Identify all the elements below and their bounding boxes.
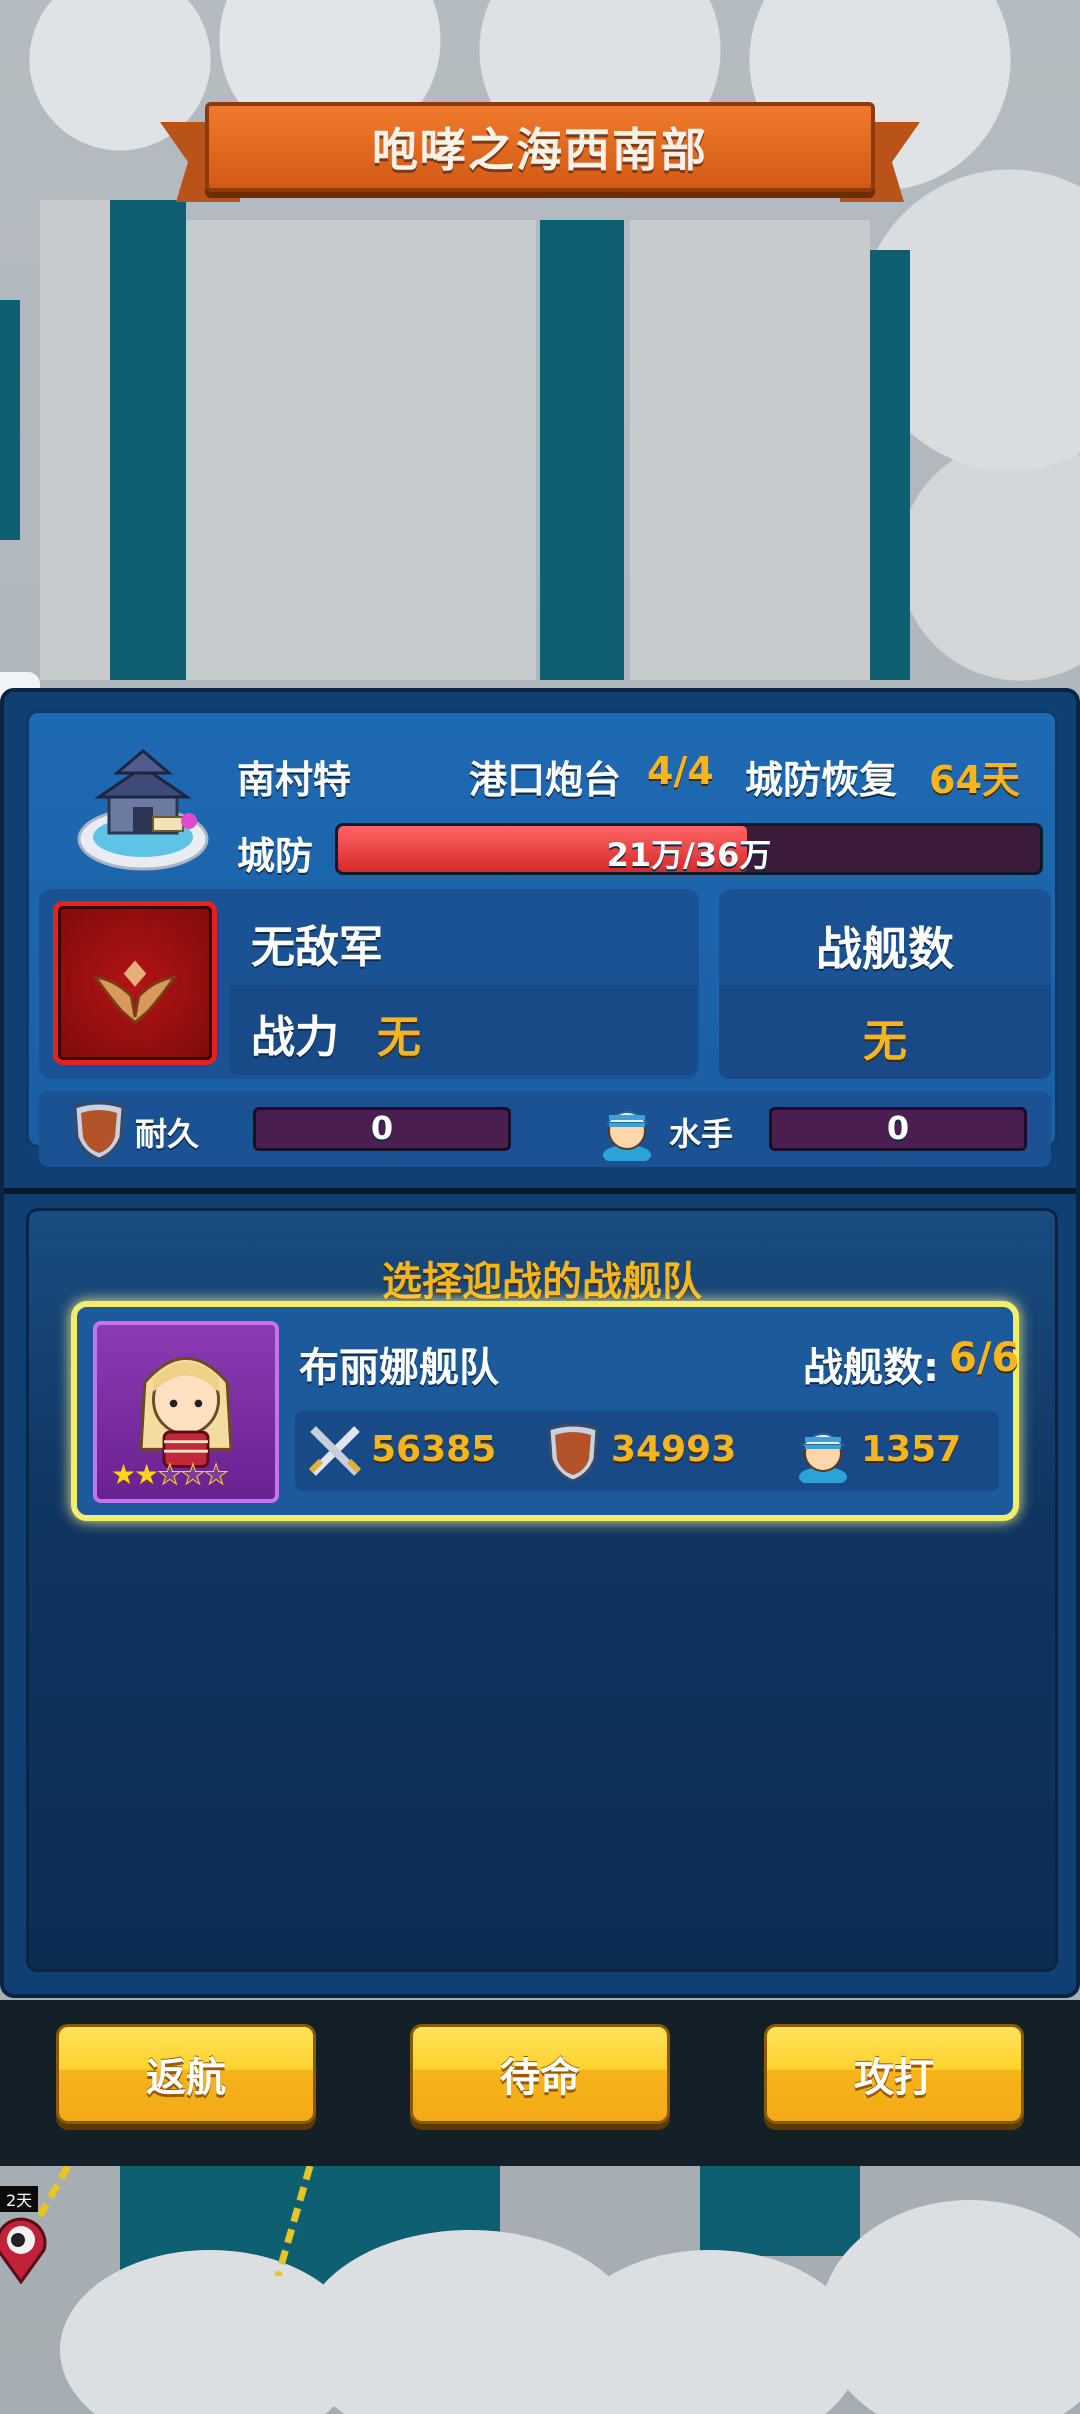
star-empty-icon: ★: [203, 1458, 229, 1492]
water-channel: [700, 2166, 860, 2256]
battle-panel: 南村特 港口炮台 4/4 城防恢复 64天 城防 21万/36万 无敌军 战力 …: [0, 688, 1080, 1998]
city-name: 南村特: [237, 758, 352, 802]
water-channel: [0, 300, 20, 540]
star-empty-icon: ★: [180, 1458, 206, 1492]
ship-count-label: 战舰数: [816, 922, 954, 976]
wings-emblem-icon: [92, 960, 178, 1025]
fog-column: [40, 200, 110, 680]
action-toolbar: 返航 待命 攻打: [0, 2000, 1080, 2166]
durability-value: 0: [253, 1107, 511, 1151]
water-channel: [540, 220, 624, 680]
standby-button[interactable]: 待命: [410, 2024, 670, 2124]
map-marker-tag: 2天: [0, 2186, 39, 2212]
city-info-section: 南村特 港口炮台 4/4 城防恢复 64天 城防 21万/36万 无敌军 战力 …: [26, 710, 1058, 1167]
recover-value: 64天: [929, 758, 1020, 802]
fleet-avatar: ★★★★★: [93, 1321, 279, 1503]
durability-label: 耐久: [135, 1115, 200, 1153]
fleet-ships-label: 战舰数:: [803, 1345, 939, 1391]
fleet-card[interactable]: ★★★★★ 布丽娜舰队 战舰数: 6/6 56385 34993 1357: [71, 1301, 1019, 1521]
water-channel: [110, 200, 186, 680]
fleet-select-section: 选择迎战的战舰队 ★★★★★ 布丽娜舰队 战舰数: 6/6 56385 3499…: [26, 1208, 1058, 1972]
fleet-attack-value: 56385: [371, 1429, 497, 1470]
banner-body: 咆哮之海西南部: [205, 102, 875, 192]
crossed-swords-icon: [308, 1426, 362, 1476]
water-channel: [870, 250, 910, 680]
defense-bar: 21万/36万: [335, 823, 1043, 875]
star-empty-icon: ★: [157, 1458, 183, 1492]
enemy-status: 无敌军: [251, 922, 383, 973]
fleet-stats-row: 56385 34993 1357: [295, 1411, 999, 1491]
shield-icon: [73, 1101, 125, 1161]
title-banner: 咆哮之海西南部: [160, 96, 920, 212]
return-button[interactable]: 返航: [56, 2024, 316, 2124]
fleet-defense-value: 34993: [611, 1429, 737, 1470]
enemy-emblem: [53, 901, 217, 1065]
ship-count-value: 无: [863, 1016, 907, 1067]
section-divider: [4, 1188, 1076, 1194]
route-line: [274, 2166, 314, 2276]
fog-column: [630, 220, 870, 680]
fog-column: [186, 220, 536, 680]
shield-icon: [547, 1423, 599, 1483]
fleet-name: 布丽娜舰队: [299, 1345, 499, 1391]
power-value: 无: [377, 1012, 421, 1063]
ship-count-box: 战舰数 无: [719, 889, 1051, 1079]
fleet-sailors-value: 1357: [861, 1429, 962, 1470]
sailor-label: 水手: [669, 1115, 734, 1153]
attack-button[interactable]: 攻打: [764, 2024, 1024, 2124]
star-filled-icon: ★: [111, 1458, 136, 1491]
fleet-section-title: 选择迎战的战舰队: [382, 1259, 702, 1305]
defense-value: 21万/36万: [606, 836, 772, 874]
recover-label: 城防恢复: [745, 758, 898, 802]
sailor-icon: [799, 1433, 847, 1483]
fort-label: 港口炮台: [469, 758, 622, 802]
fort-value: 4/4: [647, 749, 714, 793]
sailor-icon: [603, 1111, 651, 1161]
defense-label: 城防: [237, 834, 314, 878]
power-label: 战力: [251, 1012, 339, 1063]
map-pin-icon[interactable]: [0, 2210, 50, 2284]
castle-icon: [77, 749, 209, 871]
fleet-star-rating: ★★★★★: [111, 1458, 229, 1492]
page-title: 咆哮之海西南部: [372, 123, 708, 177]
sailor-value: 0: [769, 1107, 1027, 1151]
enemy-box: 无敌军 战力 无: [39, 889, 699, 1079]
fleet-ships-value: 6/6: [949, 1335, 1020, 1381]
star-filled-icon: ★: [134, 1458, 159, 1491]
stat-strip: 耐久 0 水手 0: [39, 1091, 1051, 1167]
